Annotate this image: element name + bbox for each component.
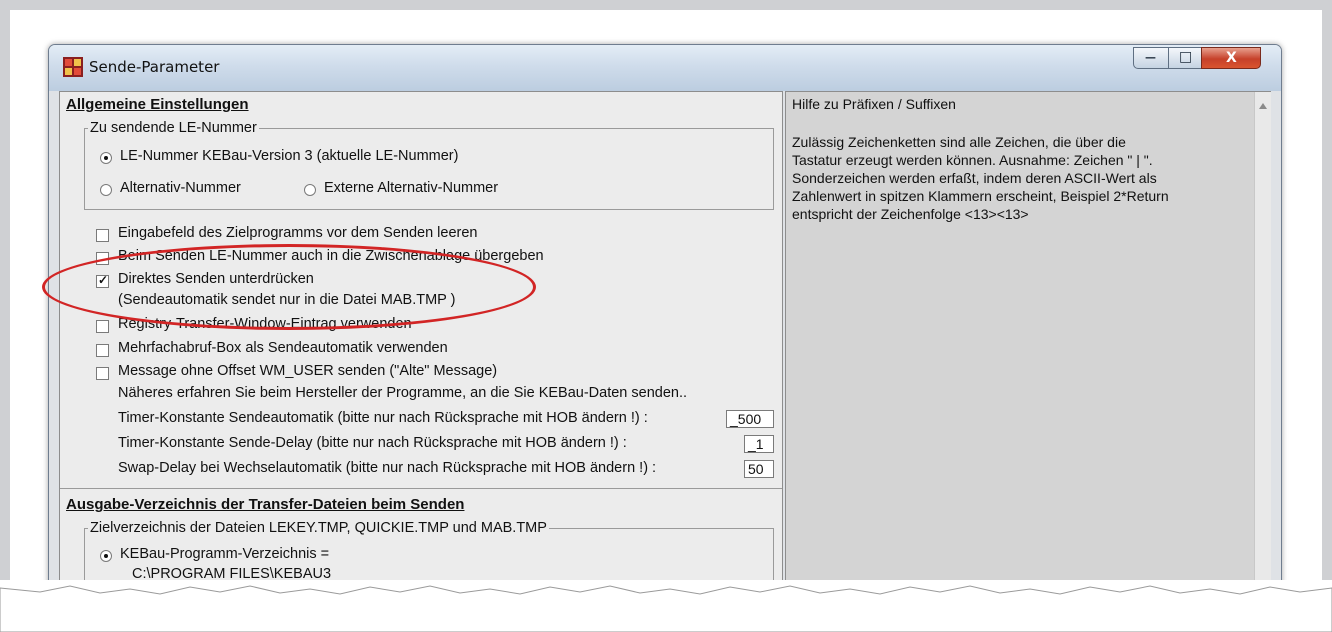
close-button[interactable]: X bbox=[1201, 47, 1261, 69]
help-title: Hilfe zu Präfixen / Suffixen bbox=[792, 96, 956, 112]
minimize-icon: — bbox=[1145, 51, 1156, 64]
radio-extern-alternativ-label: Externe Alternativ-Nummer bbox=[324, 180, 499, 196]
annotation-oval bbox=[42, 244, 536, 330]
swap-delay-input[interactable]: 50 bbox=[744, 460, 774, 478]
radio-kebau-dir[interactable] bbox=[100, 550, 112, 562]
scroll-up-icon bbox=[1259, 103, 1267, 109]
timer-send-input[interactable]: _500 bbox=[726, 410, 774, 428]
maximize-button[interactable]: □ bbox=[1168, 47, 1202, 69]
radio-kebau-dir-label: KEBau-Programm-Verzeichnis = bbox=[120, 546, 330, 562]
checkbox-registry[interactable] bbox=[96, 320, 109, 333]
radio-le-version3[interactable] bbox=[100, 152, 112, 164]
le-number-legend: Zu sendende LE-Nummer bbox=[88, 120, 259, 136]
radio-le-version3-label: LE-Nummer KEBau-Version 3 (aktuelle LE-N… bbox=[120, 148, 459, 164]
settings-panel: Allgemeine Einstellungen Zu sendende LE-… bbox=[59, 91, 783, 605]
general-settings-header: Allgemeine Einstellungen bbox=[66, 96, 249, 113]
le-number-group bbox=[84, 128, 774, 210]
help-line: Tastatur erzeugt werden können. Ausnahme… bbox=[792, 152, 1153, 168]
checkbox-multi-box-label: Mehrfachabruf-Box als Sendeautomatik ver… bbox=[118, 340, 448, 356]
close-icon: X bbox=[1226, 50, 1237, 66]
help-line: Zahlenwert in spitzen Klammern erscheint… bbox=[792, 188, 1169, 204]
help-line: entspricht der Zeichenfolge <13><13> bbox=[792, 206, 1029, 222]
help-scrollbar[interactable] bbox=[1254, 92, 1271, 602]
manufacturer-note: Näheres erfahren Sie beim Hersteller der… bbox=[118, 385, 688, 401]
checkbox-clear-input-label: Eingabefeld des Zielprogramms vor dem Se… bbox=[118, 225, 478, 241]
torn-edge bbox=[0, 580, 1332, 632]
help-panel: Hilfe zu Präfixen / Suffixen Zulässig Ze… bbox=[785, 91, 1271, 603]
window-title: Sende-Parameter bbox=[89, 58, 220, 76]
output-header: Ausgabe-Verzeichnis der Transfer-Dateien… bbox=[66, 496, 465, 513]
swap-delay-label: Swap-Delay bei Wechselautomatik (bitte n… bbox=[118, 460, 657, 476]
timer-delay-input[interactable]: _1 bbox=[744, 435, 774, 453]
app-icon bbox=[63, 57, 83, 77]
title-bar[interactable]: Sende-Parameter — □ X bbox=[49, 45, 1281, 91]
checkbox-wm-user-label: Message ohne Offset WM_USER senden ("Alt… bbox=[118, 363, 498, 379]
checkbox-clear-input[interactable] bbox=[96, 229, 109, 242]
checkbox-wm-user[interactable] bbox=[96, 367, 109, 380]
minimize-button[interactable]: — bbox=[1133, 47, 1169, 69]
section-divider bbox=[60, 488, 782, 489]
radio-alternativ[interactable] bbox=[100, 184, 112, 196]
output-dir-legend: Zielverzeichnis der Dateien LEKEY.TMP, Q… bbox=[88, 520, 549, 536]
timer-send-label: Timer-Konstante Sendeautomatik (bitte nu… bbox=[118, 410, 648, 426]
radio-alternativ-label: Alternativ-Nummer bbox=[120, 180, 241, 196]
checkbox-multi-box[interactable] bbox=[96, 344, 109, 357]
timer-delay-label: Timer-Konstante Sende-Delay (bitte nur n… bbox=[118, 435, 627, 451]
maximize-icon: □ bbox=[1179, 49, 1193, 65]
help-line: Zulässig Zeichenketten sind alle Zeichen… bbox=[792, 134, 1126, 150]
help-line: Sonderzeichen werden erfaßt, indem deren… bbox=[792, 170, 1157, 186]
radio-extern-alternativ[interactable] bbox=[304, 184, 316, 196]
